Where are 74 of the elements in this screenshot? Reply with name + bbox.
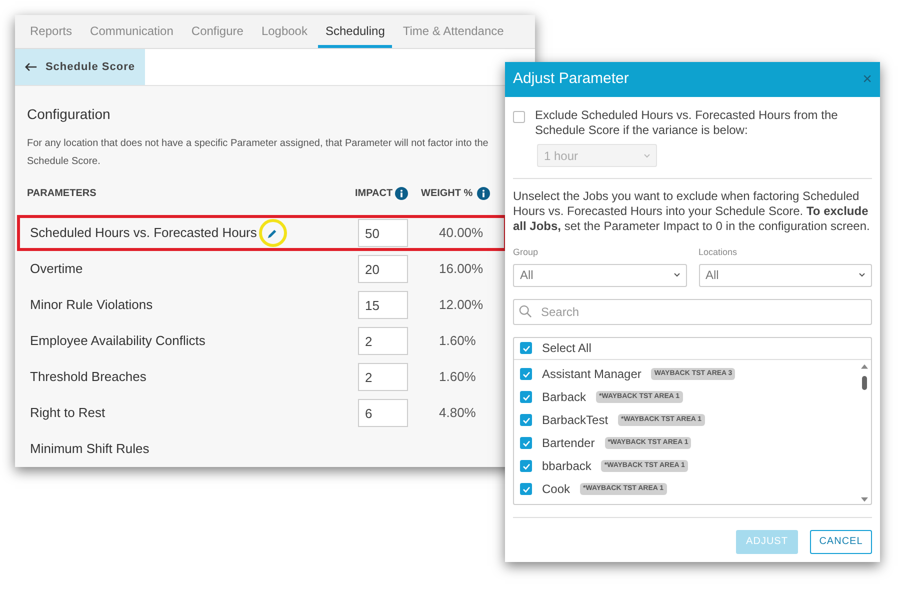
checkbox[interactable] — [513, 111, 525, 123]
select-all-label: Select All — [542, 340, 592, 357]
tab[interactable]: Configure — [184, 15, 250, 48]
pencil-icon — [267, 228, 278, 238]
description-text: For any location that does not have a specific Parameter assigned, that Parameter will not factor into the Schedule Score. — [27, 137, 490, 169]
weight-value: 4.80% — [439, 404, 476, 422]
chevron-down-icon — [644, 154, 650, 158]
checkbox[interactable] — [520, 483, 532, 495]
option-label: Exclude Scheduled Hours vs. Forecasted Hours from the Schedule Score if the variance is below: — [535, 108, 839, 138]
job-name: BarbackTest — [542, 412, 608, 429]
info-icon[interactable] — [476, 186, 490, 200]
checkmark-icon — [522, 462, 530, 470]
chevron-down-icon — [674, 273, 680, 277]
field-label: Group — [513, 246, 540, 259]
section-title: Configuration — [27, 105, 110, 124]
job-name: Assistant Manager — [542, 366, 642, 383]
checkmark-icon — [522, 438, 530, 448]
impact-input[interactable]: 50 — [358, 219, 408, 247]
search-icon — [519, 304, 532, 318]
dialog-title: Adjust Parameter — [513, 69, 629, 90]
checkbox[interactable] — [520, 414, 532, 426]
back-arrow-icon — [25, 62, 38, 72]
tab[interactable]: Communication — [83, 15, 180, 48]
column-header: PARAMETERS — [27, 186, 98, 200]
checkbox[interactable] — [520, 342, 532, 354]
tab[interactable]: Logbook — [254, 15, 314, 48]
job-name: bbarback — [542, 458, 592, 475]
weight-value: 40.00% — [439, 224, 484, 242]
search-field[interactable]: Search — [513, 298, 872, 324]
parameter-name: Overtime — [30, 260, 83, 278]
parameter-name: Employee Availability Conflicts — [30, 332, 206, 350]
edit-button[interactable] — [258, 219, 287, 247]
checkmark-icon — [522, 484, 530, 494]
tab[interactable]: Reports — [23, 15, 80, 48]
job-name: Cook — [542, 481, 570, 498]
weight-value: 12.00% — [439, 296, 484, 314]
chevron-down-icon — [859, 273, 865, 277]
impact-input[interactable]: 2 — [358, 327, 408, 355]
back-link[interactable]: Schedule Score — [15, 48, 145, 85]
parameter-name: Minor Rule Violations — [30, 296, 153, 314]
weight-value: 1.60% — [439, 332, 476, 350]
column-header: WEIGHT % — [421, 186, 473, 200]
parameter-name: Threshold Breaches — [30, 368, 146, 386]
impact-input[interactable]: 6 — [358, 399, 408, 427]
close-button[interactable]: × — [862, 72, 872, 88]
parameter-name: Right to Rest — [30, 404, 106, 422]
tab[interactable]: Time & Attendance — [396, 15, 511, 48]
impact-input[interactable]: 15 — [358, 291, 408, 319]
column-header: IMPACT — [355, 186, 393, 200]
impact-input[interactable]: 20 — [358, 255, 408, 283]
info-icon[interactable] — [395, 186, 408, 200]
scrollbar-thumb[interactable] — [862, 376, 866, 390]
job-name: Barback — [542, 389, 586, 406]
scroll-down-icon[interactable] — [860, 496, 868, 502]
weight-value: 1.60% — [439, 368, 476, 386]
scroll-up-icon[interactable] — [860, 364, 868, 368]
job-name: Bartender — [542, 435, 595, 452]
checkmark-icon — [522, 392, 530, 402]
checkbox[interactable] — [520, 437, 532, 449]
checkbox[interactable] — [520, 460, 532, 472]
checkbox[interactable] — [520, 391, 532, 403]
instructions-text: Unselect the Jobs you want to exclude when factoring Scheduled Hours vs. Forecasted Hours into your Schedule Score. To exclude all Jobs, set the Parameter Impact to 0 in the configuration screen. — [513, 189, 871, 234]
checkbox[interactable] — [520, 368, 532, 380]
checkmark-icon — [522, 370, 530, 378]
dropdown[interactable]: All — [698, 264, 872, 286]
impact-input[interactable]: 2 — [358, 363, 408, 391]
dialog-button[interactable]: CANCEL — [810, 530, 872, 554]
parameter-name: Minimum Shift Rules — [30, 440, 150, 458]
checkmark-icon — [522, 344, 530, 352]
dropdown[interactable]: All — [513, 264, 686, 286]
field-label: Locations — [698, 246, 738, 259]
checkmark-icon — [522, 416, 530, 424]
parameter-name: Scheduled Hours vs. Forecasted Hours — [30, 224, 257, 242]
weight-value: 16.00% — [439, 260, 484, 278]
